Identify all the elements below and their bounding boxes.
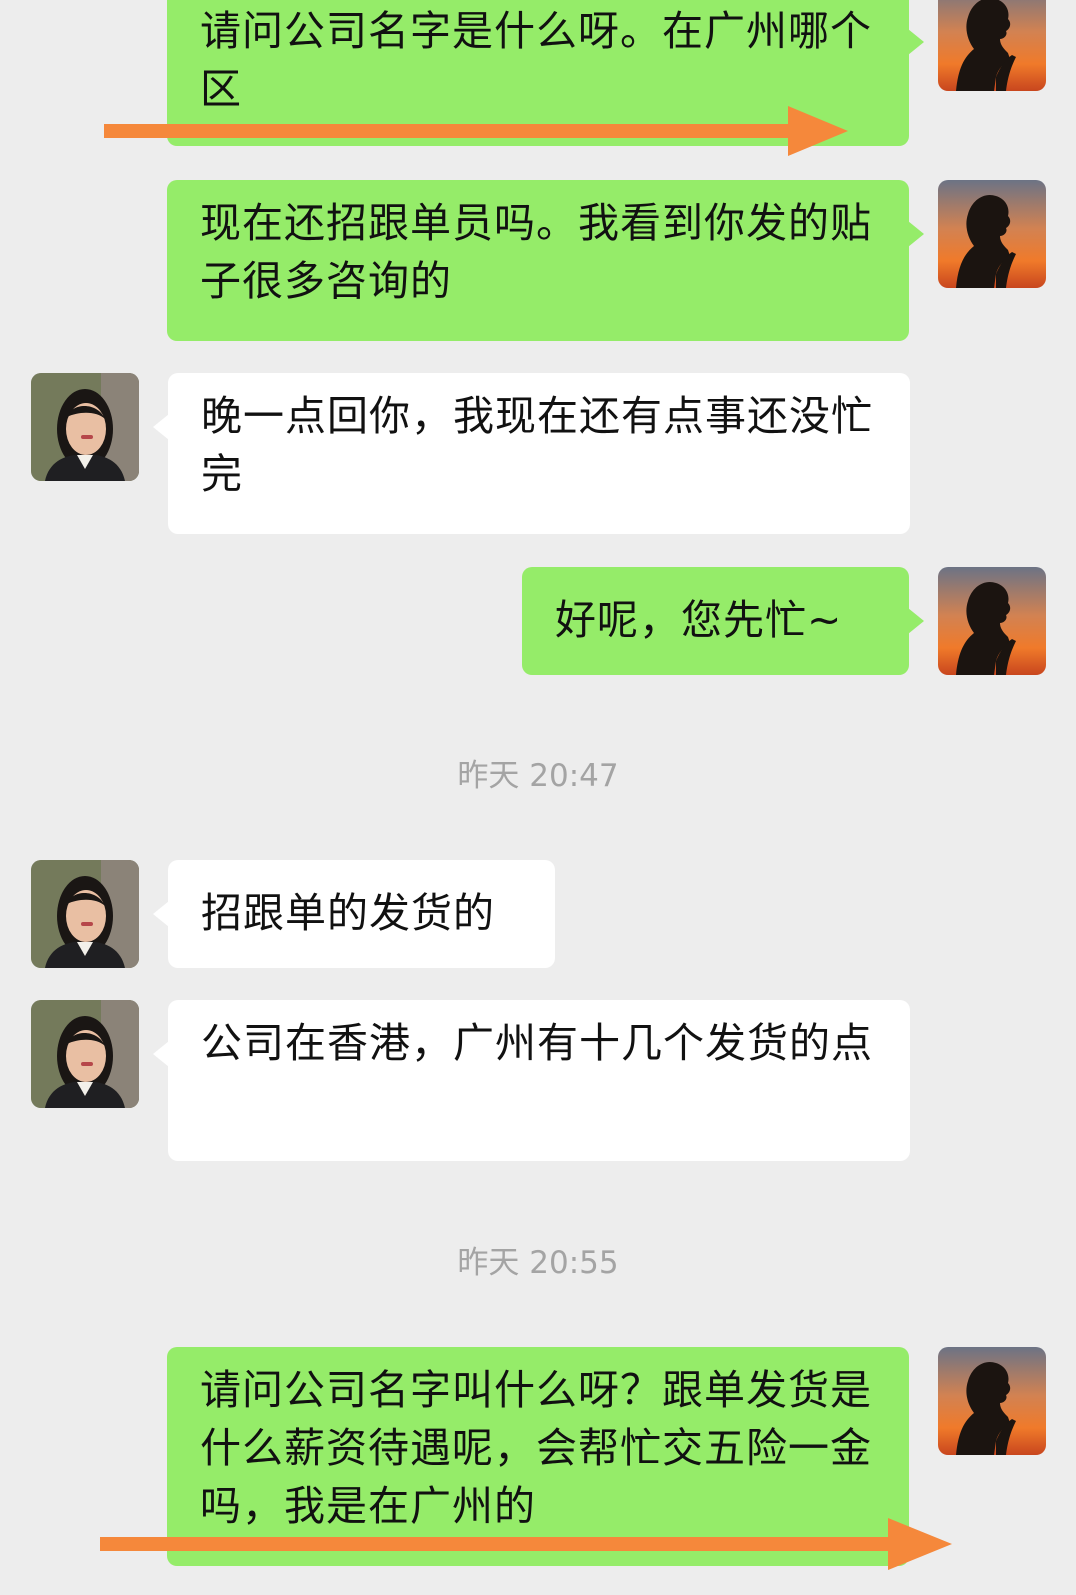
contact-avatar-icon[interactable] [31, 860, 139, 968]
message-text: 请问公司名字叫什么呀？跟单发货是什么薪资待遇呢，会帮忙交五险一金吗，我是在广州的 [200, 1366, 872, 1530]
contact-avatar-icon[interactable] [31, 373, 139, 481]
self-avatar-icon[interactable] [938, 1347, 1046, 1455]
message-text: 请问公司名字是什么呀。在广州哪个区 [200, 7, 872, 113]
self-avatar-icon[interactable] [938, 567, 1046, 675]
message-text: 晚一点回你，我现在还有点事还没忙完 [201, 392, 873, 498]
message-text: 现在还招跟单员吗。我看到你发的贴子很多咨询的 [200, 199, 872, 305]
message-text: 公司在香港，广州有十几个发货的点 [201, 1019, 873, 1067]
message-bubble-outgoing[interactable]: 请问公司名字叫什么呀？跟单发货是什么薪资待遇呢，会帮忙交五险一金吗，我是在广州的 [167, 1347, 909, 1566]
message-timestamp: 昨天 20:55 [457, 1245, 619, 1281]
self-avatar-icon[interactable] [938, 180, 1046, 288]
message-bubble-outgoing[interactable]: 现在还招跟单员吗。我看到你发的贴子很多咨询的 [167, 180, 924, 341]
message-text: 招跟单的发货的 [201, 889, 495, 937]
message-text: 好呢，您先忙~ [555, 596, 843, 644]
message-bubble-outgoing[interactable]: 请问公司名字是什么呀。在广州哪个区 [167, 0, 924, 146]
message-bubble-outgoing[interactable]: 好呢，您先忙~ [522, 567, 924, 675]
message-bubble-incoming[interactable]: 招跟单的发货的 [153, 860, 555, 968]
contact-avatar-icon[interactable] [31, 1000, 139, 1108]
message-bubble-incoming[interactable]: 公司在香港，广州有十几个发货的点 [153, 1000, 910, 1161]
message-timestamp: 昨天 20:47 [457, 758, 619, 794]
message-bubble-incoming[interactable]: 晚一点回你，我现在还有点事还没忙完 [153, 373, 910, 534]
self-avatar-icon[interactable] [938, 0, 1046, 91]
